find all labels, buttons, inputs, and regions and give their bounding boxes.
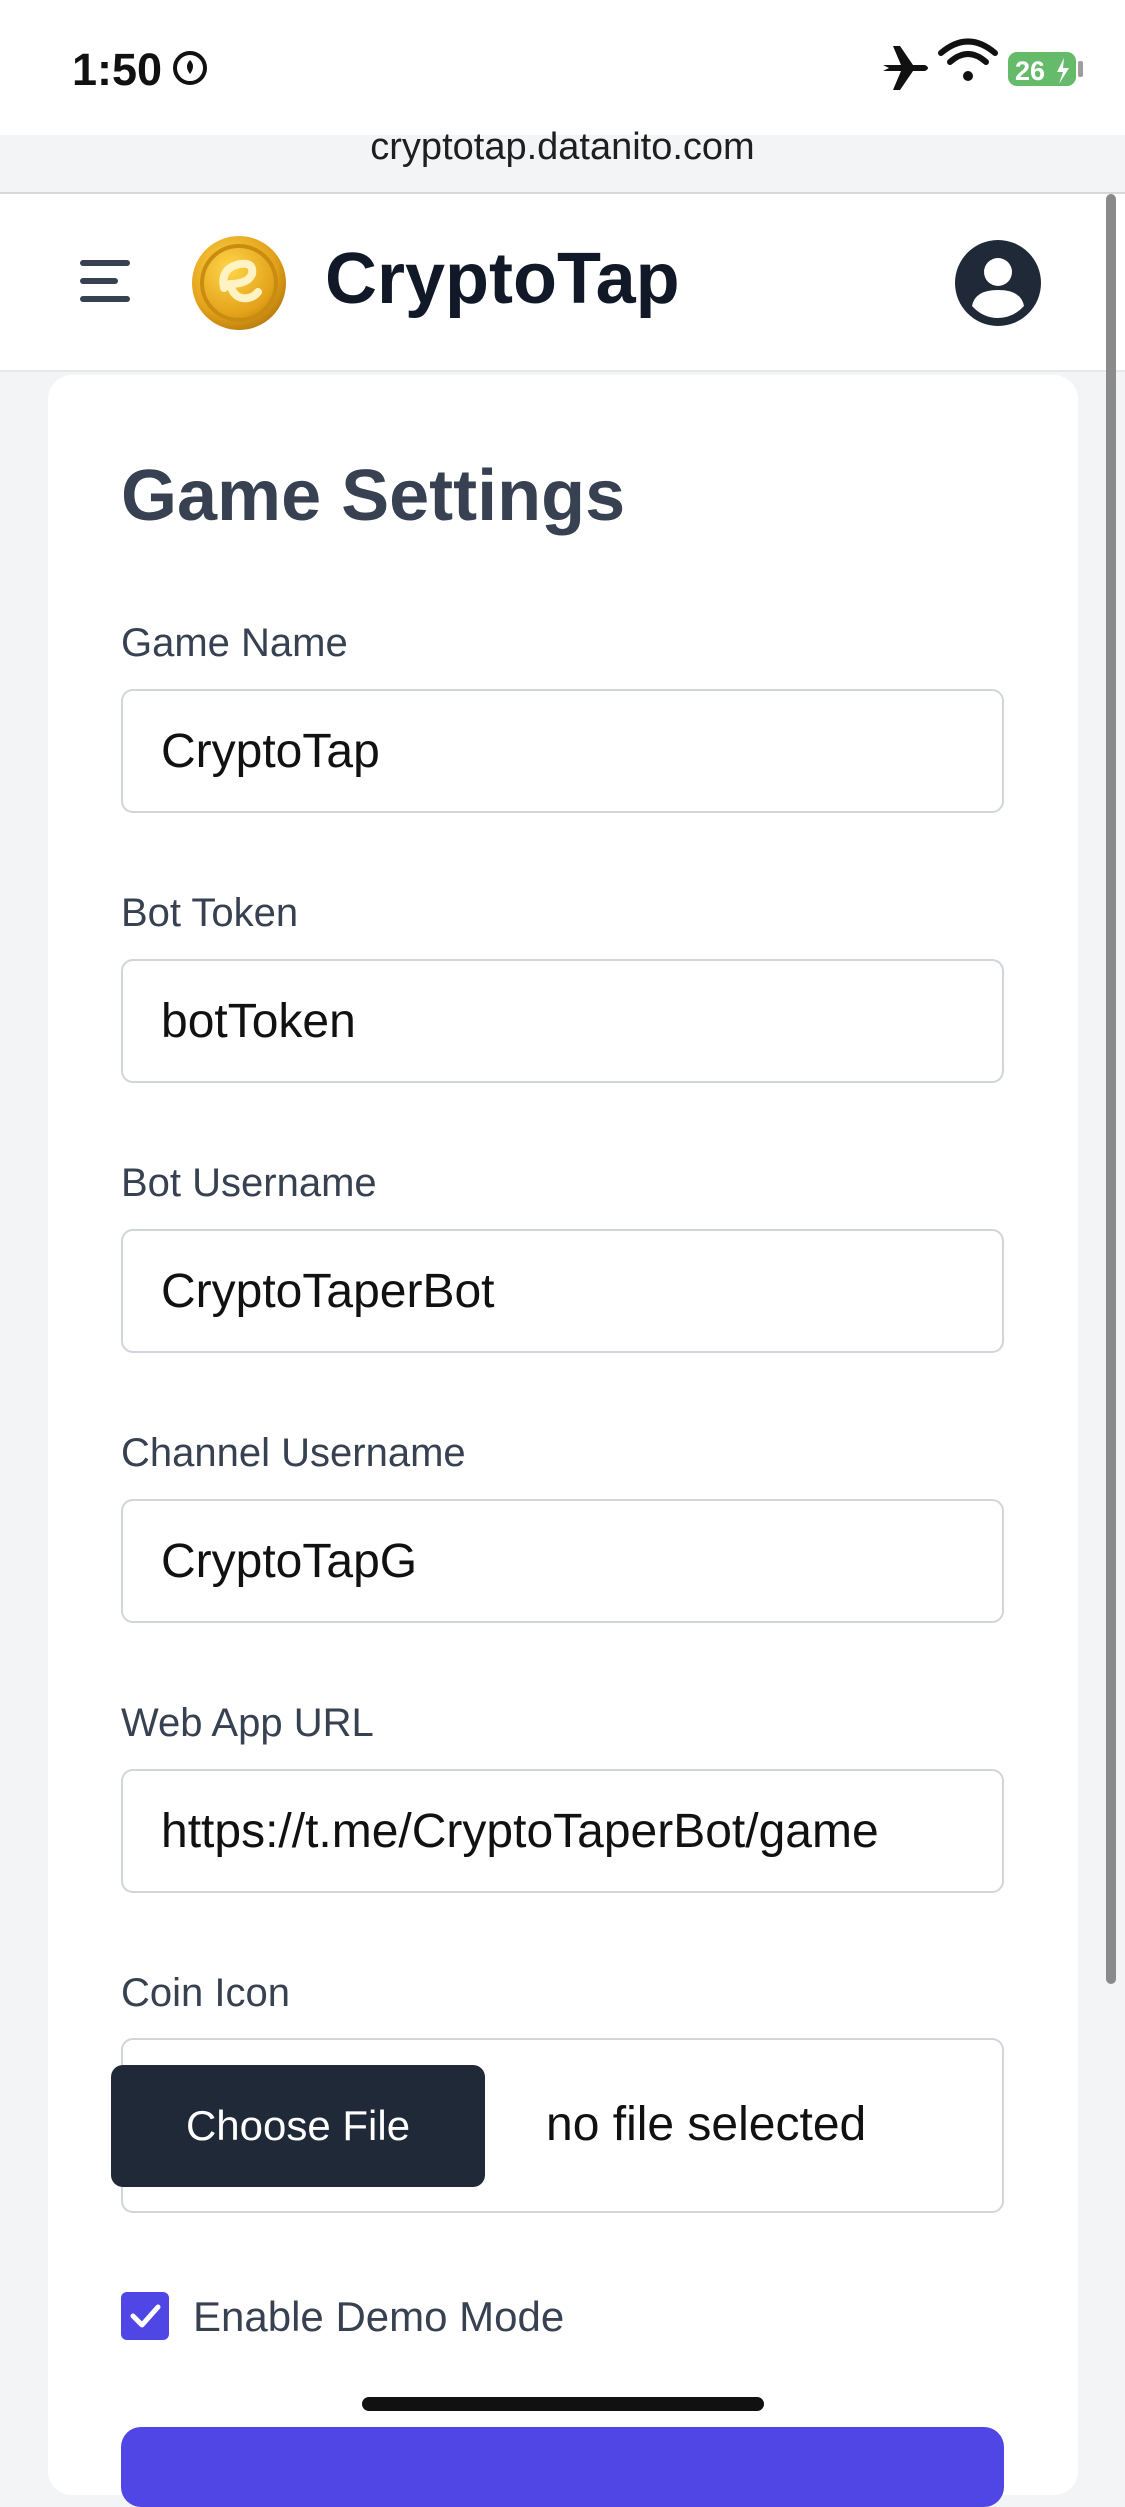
submit-button[interactable]	[121, 2427, 1004, 2507]
page-scrollbar[interactable]	[1106, 194, 1116, 1984]
app-header: CryptoTap	[0, 194, 1125, 372]
app-title: CryptoTap	[325, 239, 680, 319]
coin-icon-label: Coin Icon	[121, 1971, 290, 2015]
coin-logo[interactable]	[190, 234, 288, 332]
bot-username-label: Bot Username	[121, 1161, 377, 1205]
settings-card: Game Settings Game Name CryptoTap Bot To…	[48, 375, 1078, 2507]
choose-file-button[interactable]: Choose File	[111, 2065, 485, 2187]
bot-username-input[interactable]: CryptoTaperBot	[121, 1229, 1004, 1353]
address-bar-url[interactable]: cryptotap.datanito.com	[0, 126, 1125, 169]
home-indicator[interactable]	[362, 2397, 764, 2411]
game-name-input[interactable]: CryptoTap	[121, 689, 1004, 813]
checkmark-icon	[130, 2304, 161, 2328]
web-app-url-input[interactable]: https://t.me/CryptoTaperBot/game	[121, 1769, 1004, 1893]
demo-mode-checkbox[interactable]	[121, 2292, 169, 2340]
airplane-icon	[883, 46, 928, 90]
page-title: Game Settings	[121, 456, 626, 536]
focus-icon	[173, 51, 207, 85]
wifi-icon	[938, 38, 998, 81]
bot-token-input[interactable]: botToken	[121, 959, 1004, 1083]
demo-mode-label: Enable Demo Mode	[193, 2293, 565, 2340]
user-avatar-icon[interactable]	[955, 240, 1041, 326]
status-bar: 1:50 26 cryptotap.datanito.com	[0, 0, 1125, 168]
bot-token-label: Bot Token	[121, 891, 299, 935]
menu-icon[interactable]	[80, 256, 134, 306]
web-app-url-label: Web App URL	[121, 1701, 374, 1745]
status-icons: 26	[173, 38, 1083, 90]
file-status: no file selected	[546, 2098, 867, 2151]
battery-icon: 26	[1008, 52, 1083, 86]
svg-text:26: 26	[1015, 56, 1045, 86]
channel-username-input[interactable]: CryptoTapG	[121, 1499, 1004, 1623]
channel-username-label: Channel Username	[121, 1431, 466, 1475]
game-name-label: Game Name	[121, 621, 348, 665]
